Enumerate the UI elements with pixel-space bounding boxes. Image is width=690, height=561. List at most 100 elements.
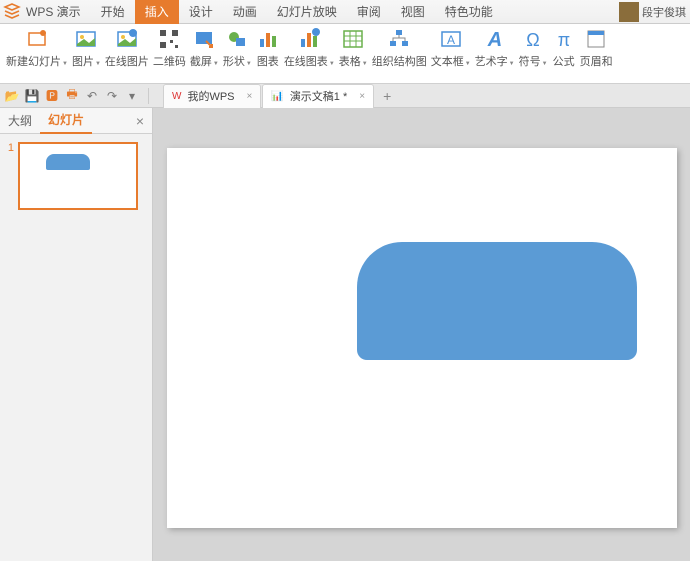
screenshot-icon [192, 27, 216, 51]
chevron-down-icon: ▼ [95, 61, 101, 67]
slide-canvas[interactable] [167, 148, 677, 528]
dropdown-icon[interactable]: ▾ [124, 88, 140, 104]
menu-tab-review[interactable]: 审阅 [347, 0, 391, 24]
symbol-button[interactable]: Ω 符号▼ [517, 26, 550, 83]
shape-button[interactable]: 形状▼ [221, 26, 254, 83]
menu-tab-view[interactable]: 视图 [391, 0, 435, 24]
menu-tab-design[interactable]: 设计 [179, 0, 223, 24]
online-chart-label: 在线图表 [284, 56, 328, 68]
doc-tab-presentation[interactable]: 📊 演示文稿1 * × [262, 84, 374, 108]
chevron-down-icon: ▼ [62, 61, 68, 67]
user-area[interactable]: 段宇俊琪 [619, 2, 690, 22]
panel-tab-slides[interactable]: 幻灯片 [40, 108, 92, 134]
menu-tab-animation[interactable]: 动画 [223, 0, 267, 24]
chevron-down-icon: ▼ [213, 61, 219, 67]
open-icon[interactable]: 📂 [4, 88, 20, 104]
panel-tab-outline[interactable]: 大纲 [0, 108, 40, 134]
redo-icon[interactable]: ↷ [104, 88, 120, 104]
table-icon [341, 27, 365, 51]
app-title: WPS 演示 [26, 3, 81, 20]
qr-button[interactable]: 二维码 [151, 26, 188, 83]
chart-button[interactable]: 图表 [254, 26, 282, 83]
app-logo [0, 0, 24, 24]
svg-text:π: π [557, 30, 569, 50]
equation-icon: π [552, 27, 576, 51]
chart-icon [256, 27, 280, 51]
table-label: 表格 [339, 56, 361, 68]
print-icon[interactable]: 🖶 [64, 88, 80, 104]
quick-bar: 📂 💾 🅿 🖶 ↶ ↷ ▾ W 我的WPS × 📊 演示文稿1 * × + [0, 84, 690, 108]
chevron-down-icon: ▼ [509, 61, 515, 67]
panel-tabs: 大纲 幻灯片 × [0, 108, 152, 134]
panel-close-button[interactable]: × [128, 113, 152, 129]
table-button[interactable]: 表格▼ [337, 26, 370, 83]
shape-icon [225, 27, 249, 51]
screenshot-button[interactable]: 截屏▼ [188, 26, 221, 83]
workspace: 大纲 幻灯片 × 1 [0, 108, 690, 561]
online-image-label: 在线图片 [105, 53, 149, 69]
textbox-label: 文本框 [431, 56, 464, 68]
org-button[interactable]: 组织结构图 [370, 26, 429, 83]
chevron-down-icon: ▼ [362, 61, 368, 67]
undo-icon[interactable]: ↶ [84, 88, 100, 104]
save-icon[interactable]: 💾 [24, 88, 40, 104]
thumbnail-shape [46, 154, 90, 170]
org-label: 组织结构图 [372, 53, 427, 69]
chevron-down-icon: ▼ [246, 61, 252, 67]
close-icon[interactable]: × [247, 91, 253, 102]
new-slide-icon [25, 27, 49, 51]
wordart-button[interactable]: A 艺术字▼ [473, 26, 517, 83]
online-image-button[interactable]: 在线图片 [103, 26, 151, 83]
image-button[interactable]: 图片▼ [70, 26, 103, 83]
doc-tab-wps-label: 我的WPS [187, 88, 234, 104]
online-chart-button[interactable]: 在线图表▼ [282, 26, 337, 83]
chevron-down-icon: ▼ [329, 61, 335, 67]
image-icon [74, 27, 98, 51]
username: 段宇俊琪 [642, 4, 686, 20]
equation-button[interactable]: π 公式 [550, 26, 578, 83]
image-label: 图片 [72, 56, 94, 68]
thumbnails: 1 [0, 134, 152, 561]
thumb-row[interactable]: 1 [6, 142, 146, 210]
header-label: 页眉和 [580, 53, 613, 69]
wps-icon: W [172, 91, 181, 102]
svg-text:Ω: Ω [526, 30, 539, 50]
chart-label: 图表 [257, 53, 279, 69]
new-slide-label: 新建幻灯片 [6, 56, 61, 68]
org-icon [387, 27, 411, 51]
new-slide-button[interactable]: 新建幻灯片▼ [4, 26, 70, 83]
menu-tab-special[interactable]: 特色功能 [435, 0, 503, 24]
doc-tabs: W 我的WPS × 📊 演示文稿1 * × + [163, 84, 399, 108]
chevron-down-icon: ▼ [465, 61, 471, 67]
header-button[interactable]: 页眉和 [578, 26, 615, 83]
doc-tab-wps[interactable]: W 我的WPS × [163, 84, 261, 108]
rounded-shape[interactable] [357, 242, 637, 360]
slide-thumbnail[interactable] [18, 142, 138, 210]
pdf-icon[interactable]: 🅿 [44, 88, 60, 104]
close-icon[interactable]: × [359, 91, 365, 102]
separator [148, 88, 149, 104]
chevron-down-icon: ▼ [542, 61, 548, 67]
shape-label: 形状 [223, 56, 245, 68]
symbol-label: 符号 [519, 56, 541, 68]
menu-tab-slideshow[interactable]: 幻灯片放映 [267, 0, 347, 24]
symbol-icon: Ω [521, 27, 545, 51]
svg-text:A: A [486, 29, 501, 51]
slide-area[interactable] [153, 108, 690, 561]
menu-tabs: 开始 插入 设计 动画 幻灯片放映 审阅 视图 特色功能 [91, 0, 503, 24]
doc-tab-presentation-label: 演示文稿1 * [290, 88, 347, 104]
equation-label: 公式 [553, 53, 575, 69]
title-bar: WPS 演示 开始 插入 设计 动画 幻灯片放映 审阅 视图 特色功能 段宇俊琪 [0, 0, 690, 24]
add-tab-button[interactable]: + [375, 84, 399, 108]
online-image-icon [115, 27, 139, 51]
textbox-icon: A [439, 27, 463, 51]
presentation-icon: 📊 [271, 91, 283, 102]
avatar [619, 2, 639, 22]
thumb-number: 1 [6, 142, 14, 210]
menu-tab-start[interactable]: 开始 [91, 0, 135, 24]
side-panel: 大纲 幻灯片 × 1 [0, 108, 153, 561]
menu-tab-insert[interactable]: 插入 [135, 0, 179, 24]
svg-text:A: A [447, 33, 455, 47]
qr-label: 二维码 [153, 53, 186, 69]
textbox-button[interactable]: A 文本框▼ [429, 26, 473, 83]
